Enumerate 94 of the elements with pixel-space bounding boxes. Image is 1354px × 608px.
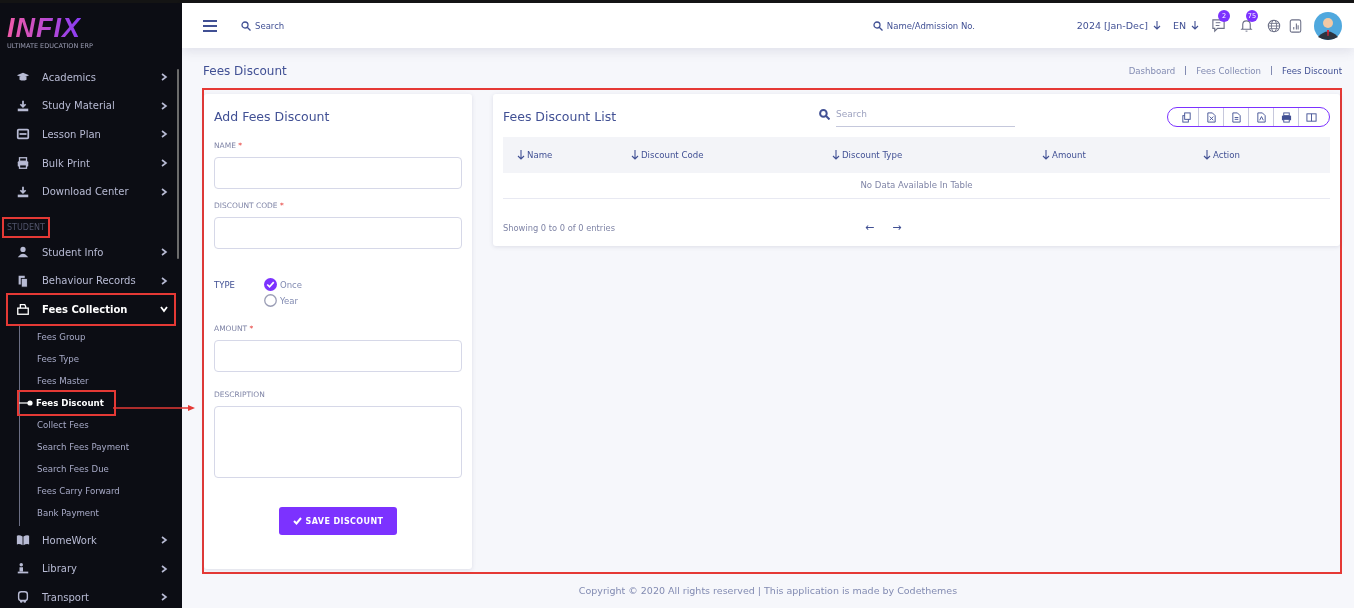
sort-arrow-icon <box>1042 150 1050 160</box>
pdf-file-icon <box>1255 111 1267 123</box>
chat-icon[interactable] <box>1211 18 1226 33</box>
check-icon <box>292 517 302 525</box>
box-icon <box>16 302 30 317</box>
submenu-item[interactable]: Bank Payment <box>37 507 99 518</box>
field-label: TYPE <box>214 280 236 290</box>
submenu-item[interactable]: Search Fees Payment <box>37 441 130 452</box>
download-icon <box>16 184 30 199</box>
empty-table-message: No Data Available In Table <box>503 173 1330 199</box>
search-icon <box>819 108 830 120</box>
excel-file-icon <box>1230 111 1242 123</box>
submenu-item[interactable]: Search Fees Due <box>37 463 109 474</box>
book-icon <box>16 533 30 548</box>
monitor-icon <box>16 127 30 142</box>
printer-icon <box>16 156 30 171</box>
column-header[interactable]: Action <box>1203 150 1240 160</box>
page-title: Fees Discount <box>203 63 287 78</box>
chart-icon[interactable] <box>1289 18 1302 33</box>
card-title: Add Fees Discount <box>214 108 331 126</box>
chevron-right-icon <box>160 276 168 285</box>
submenu-item[interactable]: Fees Discount <box>36 397 104 408</box>
active-marker-icon <box>19 399 33 406</box>
radio-checked-icon[interactable] <box>264 278 277 291</box>
radio-icon[interactable] <box>264 294 277 307</box>
search-field[interactable]: Search <box>836 101 1015 127</box>
sidebar-item[interactable]: Behaviour Records <box>8 266 174 296</box>
menu-icon[interactable] <box>203 19 217 32</box>
download-icon <box>16 98 30 113</box>
bus-icon <box>16 590 30 605</box>
arrow-down-icon <box>1152 21 1161 30</box>
chevron-down-icon <box>160 305 168 314</box>
save-button[interactable]: SAVE DISCOUNT <box>278 507 398 535</box>
chevron-right-icon <box>160 536 168 545</box>
sidebar-item[interactable]: Fees Collection <box>8 295 174 324</box>
sidebar-item[interactable]: Transport <box>8 582 174 608</box>
sort-arrow-icon <box>631 150 639 160</box>
section-heading: STUDENT <box>4 218 48 236</box>
chevron-right-icon <box>160 73 168 82</box>
submenu-item[interactable]: Collect Fees <box>37 419 89 430</box>
sidebar-item[interactable]: HomeWork <box>8 525 174 555</box>
student-search-field[interactable]: Name/Admission No. <box>886 20 987 31</box>
footer-text: Copyright © 2020 All rights reserved | This application is made by Codethemes <box>577 585 959 596</box>
language-dropdown[interactable]: EN <box>1172 20 1199 31</box>
sidebar-item[interactable]: Academics <box>8 63 174 92</box>
desk-icon <box>16 561 30 576</box>
sidebar-item[interactable]: Student Info <box>8 237 174 267</box>
next-page-button[interactable]: → <box>892 221 902 234</box>
sort-arrow-icon <box>1203 150 1211 160</box>
card-title: Fees Discount List <box>503 108 618 126</box>
column-header[interactable]: Amount <box>1042 150 1086 160</box>
sidebar-item[interactable]: Download Center <box>8 177 174 206</box>
columns-icon <box>1305 111 1317 123</box>
chevron-right-icon <box>160 593 168 602</box>
sidebar-item[interactable]: Study Material <box>8 91 174 121</box>
chevron-right-icon <box>160 159 168 168</box>
table-info: Showing 0 to 0 of 0 entries <box>503 222 616 233</box>
input-field[interactable] <box>214 340 462 372</box>
submenu-item[interactable]: Fees Group <box>37 331 86 342</box>
globe-icon[interactable] <box>1267 18 1281 33</box>
sort-arrow-icon <box>832 150 840 160</box>
printer-icon <box>1280 111 1292 123</box>
bell-icon[interactable] <box>1239 18 1254 33</box>
avatar-icon[interactable] <box>1314 11 1342 40</box>
column-header[interactable]: Discount Code <box>631 150 704 160</box>
csv-file-icon <box>1205 111 1217 123</box>
sidebar-item[interactable]: Lesson Plan <box>8 120 174 149</box>
previous-page-button[interactable]: ← <box>865 221 875 234</box>
radio-label[interactable]: Year <box>280 295 298 306</box>
search-icon <box>872 20 883 31</box>
chevron-right-icon <box>160 564 168 573</box>
sort-arrow-icon <box>517 150 525 160</box>
copy-icon <box>1180 111 1192 123</box>
submenu-item[interactable]: Fees Type <box>37 353 79 364</box>
column-header[interactable]: Discount Type <box>832 150 903 160</box>
chevron-right-icon <box>160 248 168 257</box>
submenu-item[interactable]: Fees Carry Forward <box>37 485 120 496</box>
search-icon <box>241 20 251 31</box>
chevron-right-icon <box>160 187 168 196</box>
files-icon <box>16 273 30 288</box>
search-field[interactable]: Search <box>255 20 315 31</box>
submenu-item[interactable]: Fees Master <box>37 375 89 386</box>
column-header[interactable]: Name <box>517 150 553 160</box>
sidebar-item[interactable]: Library <box>8 554 174 583</box>
radio-label[interactable]: Once <box>280 279 302 290</box>
arrow-down-icon <box>1191 21 1199 30</box>
chevron-right-icon <box>160 130 168 139</box>
input-field[interactable] <box>214 157 462 189</box>
sidebar-item[interactable]: Bulk Print <box>8 148 174 178</box>
scrollbar[interactable] <box>177 69 179 259</box>
session-dropdown[interactable]: 2024 [Jan-Dec] <box>1076 20 1161 31</box>
chevron-right-icon <box>160 101 168 110</box>
input-field[interactable] <box>214 217 462 249</box>
user-icon <box>16 245 30 260</box>
